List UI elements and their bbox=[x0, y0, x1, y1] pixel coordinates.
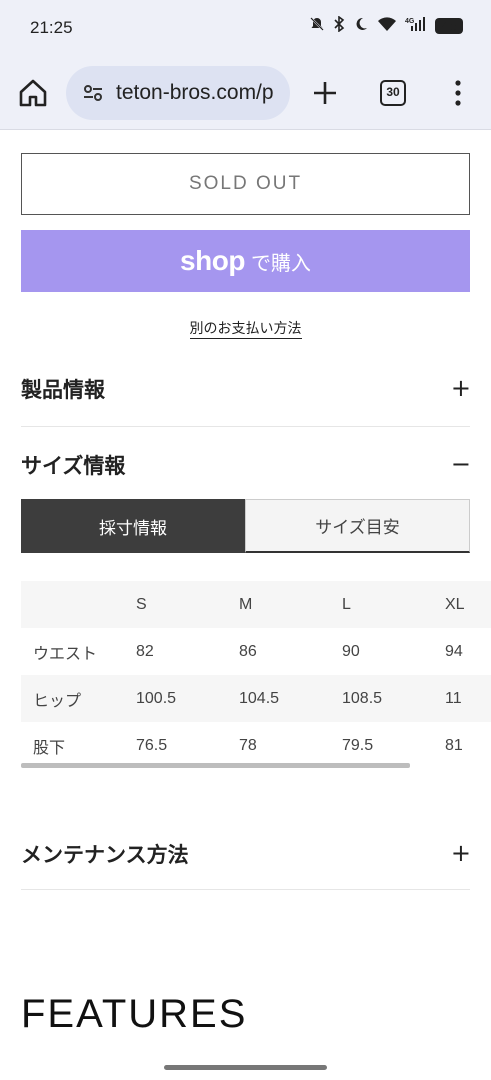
table-cell: 86 bbox=[239, 642, 257, 660]
sold-out-button[interactable]: SOLD OUT bbox=[21, 153, 470, 215]
table-cell: 90 bbox=[342, 642, 360, 660]
svg-text:4G: 4G bbox=[405, 18, 415, 25]
bluetooth-icon bbox=[333, 15, 345, 36]
status-icons: 4G 45 bbox=[309, 15, 463, 36]
browser-menu-button[interactable] bbox=[448, 78, 468, 108]
table-cell: 108.5 bbox=[342, 689, 383, 707]
table-header-cell: L bbox=[342, 595, 351, 613]
table-cell: 81 bbox=[445, 736, 463, 754]
table-row-label: ウエスト bbox=[33, 645, 98, 663]
site-settings-icon[interactable] bbox=[82, 82, 104, 104]
alt-payment-row: 別のお支払い方法 bbox=[0, 318, 491, 339]
accordion-size-info-title[interactable]: サイズ情報 bbox=[21, 450, 125, 480]
table-row-label: ヒップ bbox=[33, 692, 82, 710]
battery-icon: 45 bbox=[435, 18, 463, 34]
table-scrollbar[interactable] bbox=[21, 763, 410, 768]
accordion-maintenance-title[interactable]: メンテナンス方法 bbox=[21, 839, 189, 869]
divider bbox=[21, 426, 470, 427]
table-header-cell: XL bbox=[445, 595, 465, 613]
size-table: S M L XL ウエスト 82 86 90 94 ヒップ 100.5 104.… bbox=[21, 581, 491, 769]
table-header-cell: S bbox=[136, 595, 147, 613]
table-row-label: 股下 bbox=[33, 739, 66, 757]
mute-icon bbox=[309, 16, 325, 36]
table-cell: 104.5 bbox=[239, 689, 280, 707]
alt-payment-link[interactable]: 別のお支払い方法 bbox=[189, 321, 302, 339]
status-time: 21:25 bbox=[30, 18, 73, 37]
tab-switcher-button[interactable]: 30 bbox=[380, 80, 406, 106]
table-cell: 11 bbox=[445, 689, 462, 707]
address-bar[interactable]: teton-bros.com/p bbox=[66, 66, 290, 120]
browser-toolbar: teton-bros.com/p 30 bbox=[0, 58, 491, 130]
accordion-product-info-title[interactable]: 製品情報 bbox=[21, 374, 105, 404]
collapse-icon[interactable]: − bbox=[451, 450, 471, 478]
table-cell: 79.5 bbox=[342, 736, 374, 754]
table-header-cell: M bbox=[239, 595, 253, 613]
status-bar: 21:25 4G 45 bbox=[0, 0, 491, 58]
tab-measurements[interactable]: 採寸情報 bbox=[21, 499, 245, 553]
table-row: ウエスト 82 86 90 94 bbox=[21, 628, 491, 675]
table-cell: 82 bbox=[136, 642, 154, 660]
table-row: 股下 76.5 78 79.5 81 bbox=[21, 722, 491, 769]
do-not-disturb-icon bbox=[353, 16, 369, 36]
table-cell: 78 bbox=[239, 736, 257, 754]
table-row: ヒップ 100.5 104.5 108.5 11 bbox=[21, 675, 491, 722]
expand-icon[interactable]: + bbox=[451, 374, 471, 402]
table-cell: 94 bbox=[445, 642, 463, 660]
gesture-bar[interactable] bbox=[164, 1065, 327, 1070]
features-heading: FEATURES bbox=[21, 992, 248, 1036]
table-cell: 76.5 bbox=[136, 736, 168, 754]
divider bbox=[21, 889, 470, 890]
url-text: teton-bros.com/p bbox=[116, 81, 274, 104]
more-vert-icon bbox=[455, 80, 461, 106]
new-tab-button[interactable] bbox=[308, 76, 342, 110]
wifi-icon bbox=[377, 16, 397, 36]
shop-pay-label: で購入 bbox=[250, 250, 311, 275]
signal-4g-icon: 4G bbox=[405, 16, 427, 36]
table-cell: 100.5 bbox=[136, 689, 177, 707]
expand-icon[interactable]: + bbox=[451, 839, 471, 867]
plus-icon bbox=[314, 82, 336, 104]
table-header-row: S M L XL bbox=[21, 581, 491, 628]
shop-logo: shop bbox=[180, 245, 245, 276]
home-button[interactable] bbox=[16, 76, 50, 110]
tab-size-guide[interactable]: サイズ目安 bbox=[245, 499, 470, 553]
home-icon bbox=[19, 79, 47, 107]
shop-pay-button[interactable]: shop で購入 bbox=[21, 230, 470, 292]
